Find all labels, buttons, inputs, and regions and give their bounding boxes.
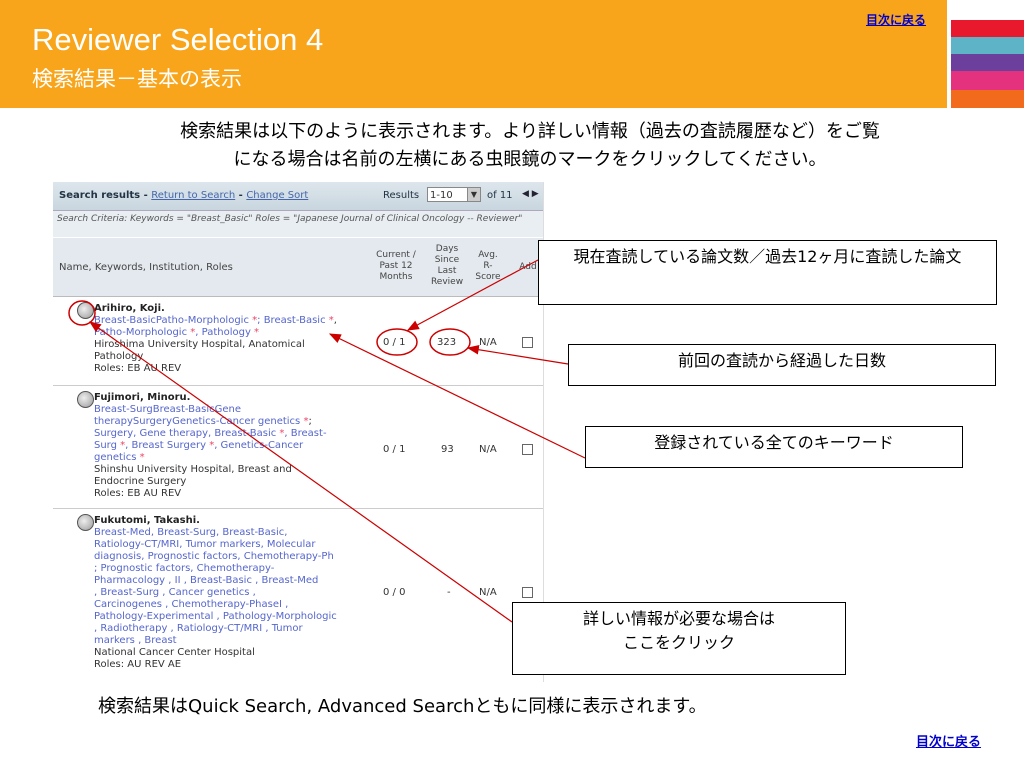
reviewer-details: Breast-Med, Breast-Surg, Breast-Basic, R… — [94, 527, 337, 670]
results-label: Results — [383, 190, 420, 201]
callout-keywords: 登録されている全てのキーワード — [585, 426, 963, 468]
current-count: 0 / 0 — [383, 587, 406, 598]
reviewer-details: Breast-SurgBreast-BasicGene therapySurge… — [94, 404, 327, 499]
intro-line-1: 検索結果は以下のように表示されます。より詳しい情報（過去の査読履歴など）をご覧 — [180, 121, 880, 142]
stripe-pink — [951, 71, 1024, 90]
search-criteria: Search Criteria: Keywords = "Breast_Basi… — [53, 211, 543, 237]
add-checkbox[interactable] — [522, 444, 533, 455]
next-page-icon[interactable]: ▶ — [532, 189, 539, 199]
reviewer-name[interactable]: Fujimori, Minoru. — [94, 392, 190, 403]
col-days: Days Since Last Review — [430, 244, 464, 287]
col-name: Name, Keywords, Institution, Roles — [59, 262, 233, 273]
days-since: - — [447, 587, 451, 598]
stripe-purple — [951, 54, 1024, 71]
results-range-value: 1-10 — [430, 190, 453, 201]
avg-score: N/A — [479, 444, 497, 455]
search-results-screenshot: Search results - Return to Search - Chan… — [53, 182, 544, 682]
callout-reviews: 現在査読している論文数／過去12ヶ月に査読した論文 — [538, 240, 997, 305]
footer-note: 検索結果はQuick Search, Advanced Searchともに同様に… — [98, 696, 707, 717]
magnifier-icon[interactable] — [77, 302, 94, 319]
stripe-teal — [951, 37, 1024, 54]
table-row: Fukutomi, Takashi. Breast-Med, Breast-Su… — [53, 509, 543, 681]
slide-title: Reviewer Selection 4 — [32, 22, 324, 57]
separator: - — [235, 190, 247, 201]
callout-days: 前回の査読から経過した日数 — [568, 344, 996, 386]
current-count: 0 / 1 — [383, 337, 406, 348]
reviewer-name[interactable]: Fukutomi, Takashi. — [94, 515, 200, 526]
toc-link-bottom[interactable]: 目次に戻る — [916, 731, 981, 750]
add-checkbox[interactable] — [522, 587, 533, 598]
intro-line-2: になる場合は名前の左横にある虫眼鏡のマークをクリックしてください。 — [233, 149, 827, 170]
add-checkbox[interactable] — [522, 337, 533, 348]
magnifier-icon[interactable] — [77, 391, 94, 408]
col-avg: Avg. R- Score — [475, 250, 501, 282]
results-toolbar: Search results - Return to Search - Chan… — [53, 182, 543, 211]
days-since: 93 — [441, 444, 454, 455]
callout-details: 詳しい情報が必要な場合は ここをクリック — [512, 602, 846, 675]
magnifier-icon[interactable] — [77, 514, 94, 531]
return-to-search-link[interactable]: Return to Search — [151, 190, 235, 201]
stripe-red — [951, 20, 1024, 37]
results-table-header: Name, Keywords, Institution, Roles Curre… — [53, 238, 543, 297]
separator: - — [140, 190, 152, 201]
slide-subtitle: 検索結果－基本の表示 — [32, 67, 242, 91]
days-since: 323 — [437, 337, 457, 348]
prev-page-icon[interactable]: ◀ — [522, 189, 529, 199]
results-title: Search results — [59, 190, 141, 201]
table-row: Arihiro, Koji. Breast-BasicPatho-Morphol… — [53, 297, 543, 386]
results-range-select[interactable]: 1-10 ▼ — [427, 187, 481, 202]
page-nav[interactable]: ◀ ▶ — [522, 189, 539, 199]
chevron-down-icon[interactable]: ▼ — [467, 188, 480, 201]
results-total: of 11 — [487, 190, 513, 201]
current-count: 0 / 1 — [383, 444, 406, 455]
toc-link-top[interactable]: 目次に戻る — [866, 11, 926, 28]
reviewer-name[interactable]: Arihiro, Koji. — [94, 303, 165, 314]
table-row: Fujimori, Minoru. Breast-SurgBreast-Basi… — [53, 386, 543, 509]
reviewer-details: Breast-BasicPatho-Morphologic *; Breast-… — [94, 315, 337, 374]
intro-text: 検索結果は以下のように表示されます。より詳しい情報（過去の査読履歴など）をご覧 … — [60, 118, 1000, 174]
col-current: Current / Past 12 Months — [376, 250, 416, 282]
change-sort-link[interactable]: Change Sort — [246, 190, 308, 201]
avg-score: N/A — [479, 587, 497, 598]
avg-score: N/A — [479, 337, 497, 348]
stripe-orange — [951, 90, 1024, 108]
